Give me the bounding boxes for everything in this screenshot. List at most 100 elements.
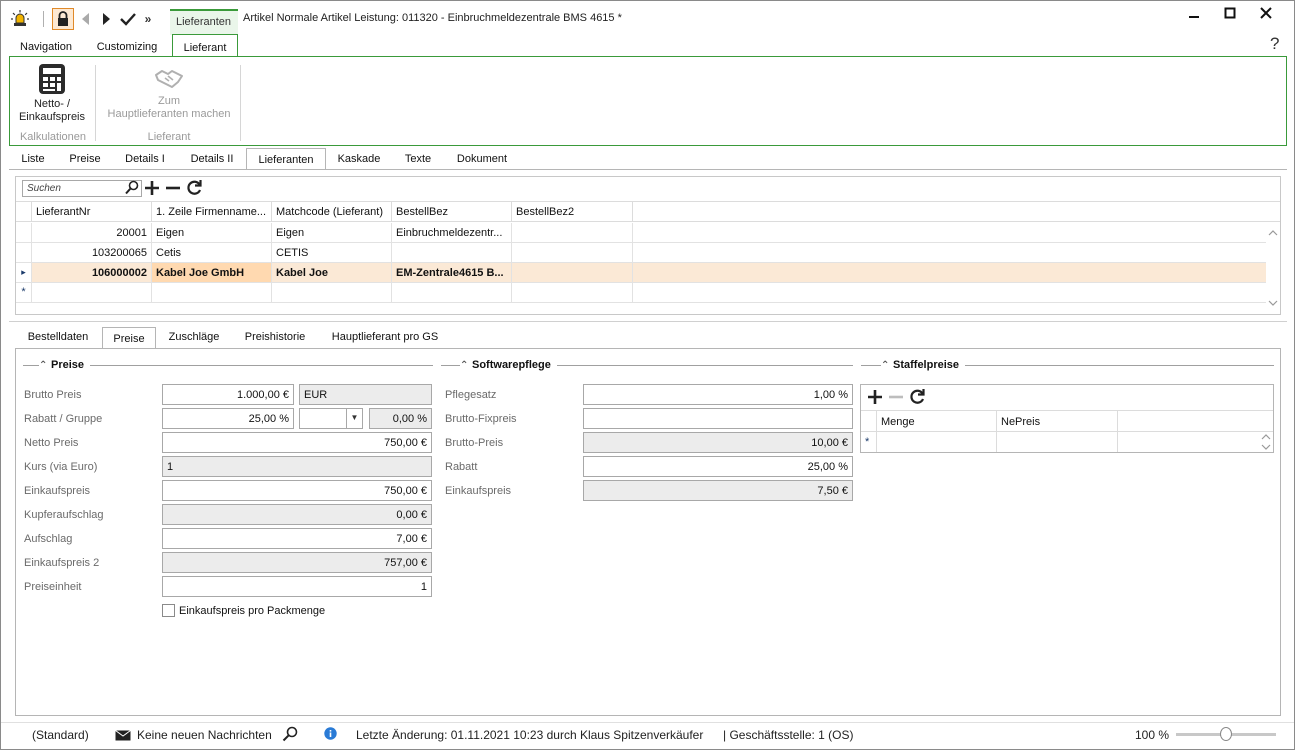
remove-icon[interactable] — [164, 178, 182, 198]
close-icon[interactable] — [1256, 4, 1276, 22]
tab-zuschlaege[interactable]: Zuschläge — [163, 331, 225, 347]
ribbon-tab-lieferant[interactable]: Lieferant — [172, 34, 238, 57]
cell-bestellbez[interactable]: EM-Zentrale4615 B... — [392, 263, 512, 282]
einkaufspreis-field[interactable]: 750,00 € — [162, 480, 432, 501]
tab-dokument[interactable]: Dokument — [449, 153, 515, 169]
tab-preise-detail[interactable]: Preise — [102, 327, 156, 349]
search-icon[interactable] — [125, 180, 139, 195]
pflegesatz-field[interactable]: 1,00 % — [583, 384, 853, 405]
status-messages[interactable]: Keine neuen Nachrichten — [137, 728, 272, 742]
section-staffelpreise[interactable]: ⌃ Staffelpreise — [881, 359, 966, 371]
cell-empty[interactable] — [877, 432, 997, 452]
ribbon-tab-navigation[interactable]: Navigation — [13, 38, 79, 56]
search-input[interactable]: Suchen — [22, 180, 142, 197]
einkaufspreis-label: Einkaufspreis — [24, 485, 91, 497]
cell-empty[interactable] — [152, 283, 272, 302]
staffel-header-indicator — [861, 411, 877, 431]
cell-firmenname[interactable]: Kabel Joe GmbH — [152, 263, 272, 282]
status-bar: (Standard) Keine neuen Nachrichten Letzt… — [1, 722, 1294, 749]
tab-details-1[interactable]: Details I — [119, 153, 171, 169]
netto-preis-field[interactable]: 750,00 € — [162, 432, 432, 453]
add-icon[interactable] — [866, 387, 884, 407]
col-menge[interactable]: Menge — [877, 411, 997, 431]
forward-icon[interactable] — [98, 8, 114, 30]
cell-matchcode[interactable]: Eigen — [272, 223, 392, 242]
maximize-icon[interactable] — [1220, 4, 1240, 22]
refresh-icon[interactable] — [908, 387, 926, 407]
table-row[interactable]: 103200065 Cetis CETIS — [16, 243, 1266, 263]
refresh-icon[interactable] — [185, 178, 203, 198]
table-row[interactable]: 20001 Eigen Eigen Einbruchmeldezentr... — [16, 223, 1266, 243]
cell-bestellbez2[interactable] — [512, 223, 633, 242]
cell-empty[interactable] — [512, 283, 633, 302]
grid-scrollbar[interactable] — [1266, 223, 1280, 313]
col-bestellbez2[interactable]: BestellBez2 — [512, 202, 633, 221]
tab-lieferanten[interactable]: Lieferanten — [246, 148, 326, 170]
col-bestellbez[interactable]: BestellBez — [392, 202, 512, 221]
preiseinheit-field[interactable]: 1 — [162, 576, 432, 597]
packmenge-label[interactable]: Einkaufspreis pro Packmenge — [179, 605, 325, 617]
help-icon[interactable]: ? — [1270, 34, 1279, 54]
tab-preise[interactable]: Preise — [63, 153, 107, 169]
cell-matchcode[interactable]: Kabel Joe — [272, 263, 392, 282]
collapse-icon[interactable]: ⌃ — [881, 360, 893, 371]
cell-bestellbez[interactable]: Einbruchmeldezentr... — [392, 223, 512, 242]
more-icon[interactable]: » — [140, 8, 156, 30]
rabatt-field[interactable]: 25,00 % — [162, 408, 294, 429]
cell-bestellbez2[interactable] — [512, 243, 633, 262]
alarm-light-icon[interactable] — [9, 8, 31, 30]
col-firmenname[interactable]: 1. Zeile Firmenname... — [152, 202, 272, 221]
new-row[interactable]: * — [16, 283, 1266, 303]
checkmark-icon[interactable] — [118, 8, 138, 30]
kupferaufschlag-field: 0,00 € — [162, 504, 432, 525]
brutto-fixpreis-field[interactable] — [583, 408, 853, 429]
table-row-selected[interactable]: ▸ 106000002 Kabel Joe GmbH Kabel Joe EM-… — [16, 263, 1266, 283]
cell-firmenname[interactable]: Cetis — [152, 243, 272, 262]
tab-bestelldaten[interactable]: Bestelldaten — [21, 331, 95, 347]
netto-einkaufspreis-button[interactable]: Netto- / Einkaufspreis — [16, 63, 88, 124]
lock-icon[interactable] — [52, 8, 74, 30]
cell-lieferantnr[interactable]: 106000002 — [32, 263, 152, 282]
col-nepreis[interactable]: NePreis — [997, 411, 1118, 431]
collapse-icon[interactable]: ⌃ — [39, 360, 51, 371]
tab-kaskade[interactable]: Kaskade — [331, 153, 387, 169]
cell-bestellbez[interactable] — [392, 243, 512, 262]
cell-empty[interactable] — [272, 283, 392, 302]
zum-hauptlieferanten-button[interactable]: Zum Hauptlieferanten machen — [104, 67, 234, 121]
collapse-icon[interactable]: ⌃ — [460, 360, 472, 371]
tab-liste[interactable]: Liste — [15, 153, 51, 169]
sw-einkaufspreis-label: Einkaufspreis — [445, 485, 512, 497]
staffel-new-row[interactable]: * — [861, 432, 1273, 452]
cell-bestellbez2[interactable] — [512, 263, 633, 282]
col-lieferantnr[interactable]: LieferantNr — [32, 202, 152, 221]
add-icon[interactable] — [143, 178, 161, 198]
cell-lieferantnr[interactable]: 20001 — [32, 223, 152, 242]
col-matchcode[interactable]: Matchcode (Lieferant) — [272, 202, 392, 221]
cell-empty[interactable] — [32, 283, 152, 302]
tab-hauptlieferant-pro-gs[interactable]: Hauptlieferant pro GS — [323, 331, 447, 347]
aufschlag-field[interactable]: 7,00 € — [162, 528, 432, 549]
minimize-icon[interactable] — [1184, 4, 1204, 22]
status-standard[interactable]: (Standard) — [32, 728, 89, 742]
ribbon-tab-customizing[interactable]: Customizing — [89, 38, 165, 56]
packmenge-checkbox[interactable] — [162, 604, 175, 617]
brutto-preis-field[interactable]: 1.000,00 € — [162, 384, 294, 405]
zoom-slider-thumb[interactable] — [1220, 727, 1232, 741]
back-icon[interactable] — [78, 8, 94, 30]
section-preise[interactable]: ⌃ Preise — [39, 359, 91, 371]
cell-matchcode[interactable]: CETIS — [272, 243, 392, 262]
section-softwarepflege[interactable]: ⌃ Softwarepflege — [460, 359, 557, 371]
staffel-scrollbar[interactable] — [1259, 432, 1273, 452]
rabatt-gruppe-label: Rabatt / Gruppe — [24, 413, 103, 425]
search-icon[interactable] — [282, 726, 298, 745]
chevron-down-icon[interactable]: ▼ — [346, 409, 362, 428]
tab-preishistorie[interactable]: Preishistorie — [237, 331, 313, 347]
tab-texte[interactable]: Texte — [397, 153, 439, 169]
cell-firmenname[interactable]: Eigen — [152, 223, 272, 242]
sw-rabatt-field[interactable]: 25,00 % — [583, 456, 853, 477]
cell-empty[interactable] — [392, 283, 512, 302]
gruppe-select[interactable]: ▼ — [299, 408, 363, 429]
cell-lieferantnr[interactable]: 103200065 — [32, 243, 152, 262]
tab-details-2[interactable]: Details II — [183, 153, 241, 169]
cell-empty[interactable] — [997, 432, 1118, 452]
